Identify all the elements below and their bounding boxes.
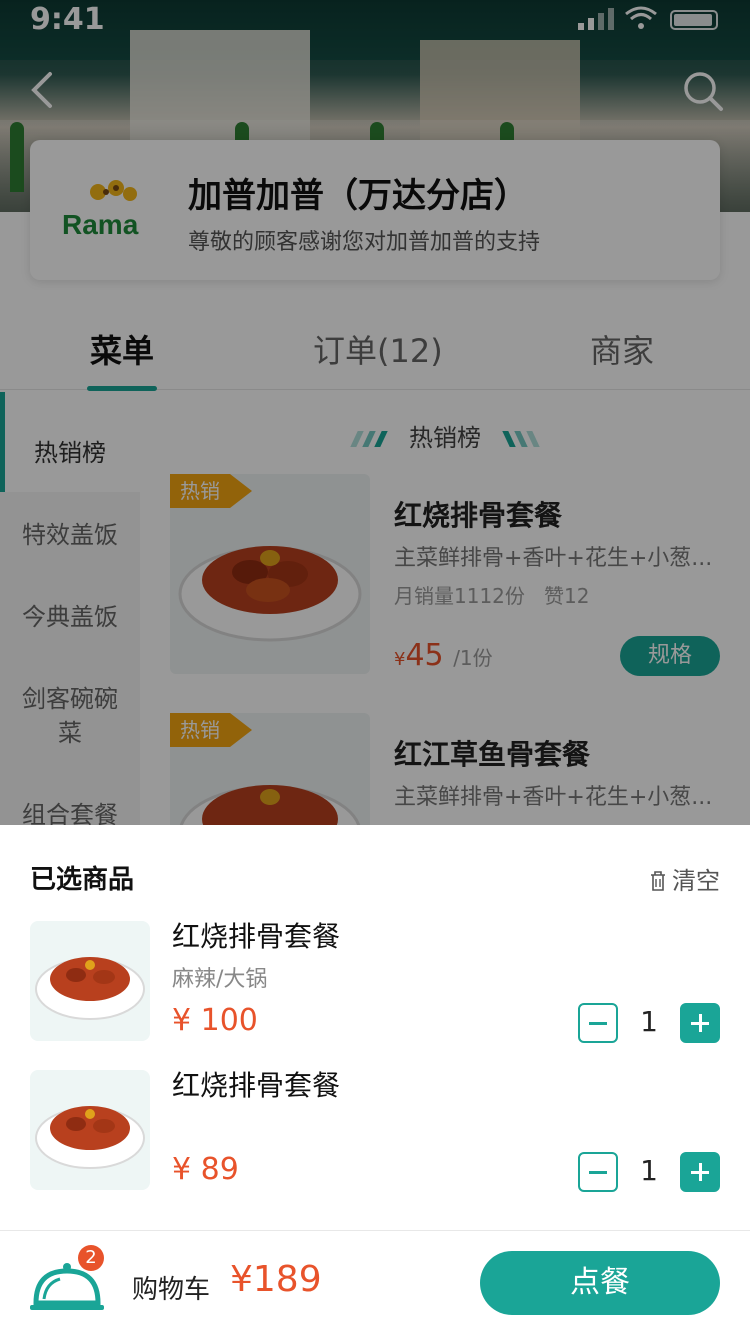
dish-image — [35, 1106, 145, 1169]
modal-backdrop[interactable] — [0, 0, 750, 825]
trash-icon — [651, 871, 665, 891]
order-button[interactable]: 点餐 — [480, 1251, 720, 1315]
dish-image — [35, 957, 145, 1020]
cart-item-name: 红烧排骨套餐 — [172, 920, 341, 953]
cart-item-option: 麻辣/大锅 — [172, 967, 268, 992]
cart-item: 红烧排骨套餐 麻辣/大锅 ¥ 100 1 — [30, 920, 720, 1043]
minus-icon[interactable] — [578, 1003, 618, 1043]
plus-icon[interactable] — [680, 1003, 720, 1043]
quantity-stepper: 1 — [578, 1003, 720, 1043]
quantity-stepper: 1 — [578, 1152, 720, 1192]
cart-item-image — [30, 921, 150, 1041]
quantity-value: 1 — [640, 1005, 658, 1038]
cart-item-price: ¥ 100 — [172, 1003, 258, 1038]
cart-item-price: ¥ 89 — [172, 1152, 239, 1187]
clear-button[interactable]: 清空 — [650, 861, 720, 896]
minus-icon[interactable] — [578, 1152, 618, 1192]
cart-item: 红烧排骨套餐 ¥ 89 1 — [30, 1069, 720, 1192]
cart-total: ¥189 — [230, 1259, 322, 1300]
quantity-value: 1 — [640, 1154, 658, 1187]
sheet-title: 已选商品 — [30, 865, 135, 895]
plus-icon[interactable] — [680, 1152, 720, 1192]
cart-item-image — [30, 1070, 150, 1190]
cart-item-name: 红烧排骨套餐 — [172, 1069, 341, 1102]
checkout-bar: 2 购物车 ¥189 点餐 — [0, 1230, 750, 1334]
clear-label: 清空 — [672, 867, 720, 895]
cart-label: 购物车 — [132, 1275, 211, 1305]
cart-count-badge: 2 — [78, 1245, 104, 1271]
